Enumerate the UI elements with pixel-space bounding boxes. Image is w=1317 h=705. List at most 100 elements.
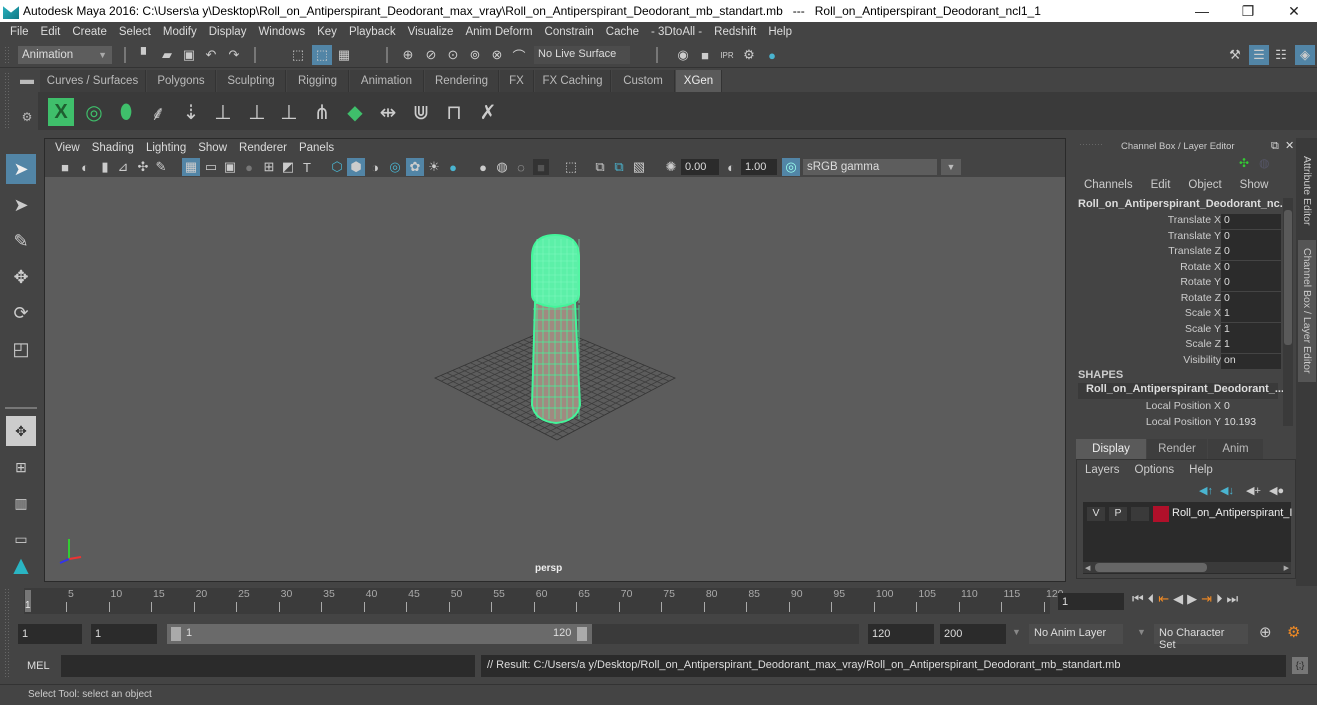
camera-attributes-icon[interactable]: ◐ bbox=[77, 159, 93, 175]
grid-icon[interactable]: ▦ bbox=[182, 158, 200, 176]
vp-menu-lighting[interactable]: Lighting bbox=[140, 142, 192, 154]
step-forward-key-icon[interactable]: ⏵ bbox=[1216, 591, 1223, 607]
channel-label[interactable]: Scale Y bbox=[1185, 323, 1221, 335]
save-scene-icon[interactable]: ▣ bbox=[181, 47, 197, 63]
channel-label[interactable]: Scale X bbox=[1185, 307, 1221, 319]
resolution-gate-icon[interactable]: ▣ bbox=[222, 159, 238, 175]
cb-menu-channels[interactable]: Channels bbox=[1084, 179, 1133, 191]
xray-active-icon[interactable]: ⧉ bbox=[611, 159, 627, 175]
chevron-down-icon[interactable]: ▼ bbox=[941, 159, 961, 175]
anim-layer-dropdown[interactable]: No Anim Layer bbox=[1029, 624, 1123, 644]
minimize-button[interactable]: — bbox=[1179, 0, 1225, 22]
tab-channel-box-layer-editor[interactable]: Channel Box / Layer Editor bbox=[1298, 240, 1316, 382]
channel-row[interactable]: Translate Z0 bbox=[1073, 245, 1283, 260]
animation-preferences-icon[interactable]: ⚙ bbox=[1287, 623, 1300, 641]
cb-menu-edit[interactable]: Edit bbox=[1151, 179, 1171, 191]
scrollbar-thumb[interactable] bbox=[1095, 563, 1207, 572]
snap-point-icon[interactable]: ⊙ bbox=[445, 47, 461, 63]
textured-icon[interactable]: ✿ bbox=[406, 158, 424, 176]
shape-channel-row[interactable]: Local Position Y 10.193 bbox=[1073, 416, 1283, 431]
character-set-dropdown[interactable]: No Character Set bbox=[1154, 624, 1248, 651]
vp-menu-panels[interactable]: Panels bbox=[293, 142, 340, 154]
layer-menu-layers[interactable]: Layers bbox=[1085, 464, 1120, 476]
make-live-icon[interactable]: ⌒ bbox=[511, 47, 527, 64]
manipulator-icon[interactable]: ✣ bbox=[1239, 156, 1249, 170]
render-settings-icon[interactable]: ⚙ bbox=[741, 47, 757, 63]
paint-select-tool-icon[interactable]: ✎ bbox=[6, 226, 36, 256]
menu-create[interactable]: Create bbox=[66, 26, 113, 38]
tab-custom[interactable]: Custom bbox=[612, 70, 675, 92]
render-frame-icon[interactable]: ■ bbox=[697, 47, 713, 63]
layer-menu-options[interactable]: Options bbox=[1135, 464, 1175, 476]
tab-display[interactable]: Display bbox=[1076, 439, 1146, 459]
script-editor-icon[interactable]: {;} bbox=[1292, 657, 1308, 674]
new-layer-selected-icon[interactable]: ◀● bbox=[1269, 484, 1284, 497]
menu-edit[interactable]: Edit bbox=[35, 26, 67, 38]
shelf-menu-icon[interactable]: ▬ bbox=[20, 72, 34, 88]
cb-menu-object[interactable]: Object bbox=[1188, 179, 1221, 191]
2d-pan-zoom-icon[interactable]: ✣ bbox=[135, 159, 151, 175]
menu-display[interactable]: Display bbox=[203, 26, 253, 38]
tab-fx-caching[interactable]: FX Caching bbox=[535, 70, 611, 92]
xgen-select-guide-icon[interactable]: ⊥ bbox=[244, 98, 270, 126]
channel-label[interactable]: Scale Z bbox=[1185, 338, 1221, 350]
vp-menu-view[interactable]: View bbox=[49, 142, 86, 154]
menu-select[interactable]: Select bbox=[113, 26, 157, 38]
film-gate-icon[interactable]: ▭ bbox=[203, 159, 219, 175]
menu-set-dropdown[interactable]: Animation ▼ bbox=[18, 46, 112, 64]
xgen-delete-icon[interactable]: ✗ bbox=[475, 98, 501, 126]
xgen-bend-icon[interactable]: ⇹ bbox=[375, 98, 401, 126]
image-plane-icon[interactable]: ⊿ bbox=[115, 159, 131, 175]
exposure-icon[interactable]: ✺ bbox=[663, 159, 679, 175]
scale-tool-icon[interactable]: ◰ bbox=[6, 334, 36, 364]
depth-of-field-icon[interactable]: ■ bbox=[533, 159, 549, 175]
redo-icon[interactable]: ↷ bbox=[226, 47, 242, 63]
channel-label[interactable]: Local Position Y bbox=[1146, 416, 1221, 428]
channel-value[interactable]: 1 bbox=[1221, 322, 1281, 338]
go-to-start-icon[interactable]: ⏮ bbox=[1132, 591, 1144, 607]
xgen-sculpt-icon[interactable]: ⋓ bbox=[408, 98, 434, 126]
command-input[interactable] bbox=[61, 655, 475, 677]
select-tool-icon[interactable]: ➤ bbox=[6, 154, 36, 184]
ipr-render-icon[interactable]: IPR bbox=[719, 47, 735, 63]
channel-row[interactable]: Translate X0 bbox=[1073, 214, 1283, 229]
close-button[interactable]: ✕ bbox=[1271, 0, 1317, 22]
step-forward-keyframe-icon[interactable]: ⇥ bbox=[1201, 591, 1212, 607]
range-end-handle[interactable] bbox=[577, 627, 587, 641]
xgen-add-guide-icon[interactable]: ⊥ bbox=[210, 98, 236, 126]
menu-windows[interactable]: Windows bbox=[252, 26, 311, 38]
tab-animation[interactable]: Animation bbox=[350, 70, 424, 92]
current-frame-field[interactable]: 1 bbox=[1058, 593, 1124, 610]
gamma-field[interactable]: 1.00 bbox=[741, 159, 777, 175]
tab-curves-surfaces[interactable]: Curves / Surfaces bbox=[40, 70, 146, 92]
channel-value[interactable]: 1 bbox=[1221, 307, 1281, 322]
channel-label[interactable]: Local Position X bbox=[1146, 400, 1221, 412]
step-back-key-icon[interactable]: ⏴ bbox=[1148, 591, 1155, 607]
motion-blur-icon[interactable]: ◍ bbox=[494, 159, 510, 175]
wireframe-on-shaded-icon[interactable]: ◎ bbox=[387, 159, 403, 175]
channel-row[interactable]: Rotate Z0 bbox=[1073, 291, 1283, 307]
color-management-icon[interactable]: ◎ bbox=[782, 158, 800, 176]
bookmark-icon[interactable]: ▮ bbox=[97, 159, 113, 175]
layer-playback-toggle[interactable]: P bbox=[1109, 507, 1127, 521]
channel-label[interactable]: Rotate X bbox=[1180, 261, 1221, 273]
menu-help[interactable]: Help bbox=[762, 26, 798, 38]
single-perspective-layout-icon[interactable]: ✥ bbox=[6, 416, 36, 446]
menu-key[interactable]: Key bbox=[311, 26, 343, 38]
channel-value[interactable]: 0 bbox=[1221, 276, 1281, 291]
channel-row[interactable]: Rotate X0 bbox=[1073, 260, 1283, 276]
tab-sculpting[interactable]: Sculpting bbox=[217, 70, 286, 92]
channel-scrollbar[interactable] bbox=[1283, 198, 1293, 426]
channel-value[interactable]: 0 bbox=[1221, 214, 1281, 229]
select-component-icon[interactable]: ▦ bbox=[336, 47, 352, 63]
channel-row[interactable]: Scale Z1 bbox=[1073, 338, 1283, 353]
drag-handle[interactable] bbox=[4, 72, 10, 130]
playback-start-field[interactable]: 1 bbox=[91, 624, 157, 644]
layer-type-toggle[interactable] bbox=[1131, 507, 1149, 521]
channel-row[interactable]: Scale Y1 bbox=[1073, 322, 1283, 338]
new-scene-icon[interactable]: ▘ bbox=[138, 47, 154, 63]
xgen-hide-icon[interactable]: ⬮ bbox=[113, 98, 139, 126]
isolate-select-icon[interactable]: ⬚ bbox=[563, 159, 579, 175]
channel-row[interactable]: Visibility on bbox=[1073, 353, 1283, 369]
tab-rigging[interactable]: Rigging bbox=[287, 70, 349, 92]
